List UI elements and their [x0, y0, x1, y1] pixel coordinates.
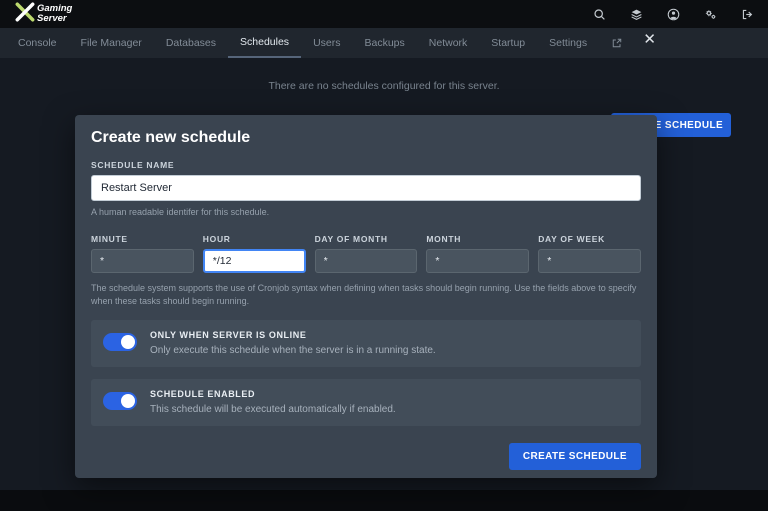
- cron-hour-label: HOUR: [203, 234, 306, 244]
- cron-day-of-month-label: DAY OF MONTH: [315, 234, 418, 244]
- modal-title: Create new schedule: [91, 129, 641, 147]
- nav-item-console[interactable]: Console: [6, 28, 69, 58]
- cron-month-input[interactable]: [426, 249, 529, 273]
- cron-fields-row: MINUTE HOUR DAY OF MONTH MONTH DAY OF WE…: [91, 221, 641, 273]
- schedule-name-input[interactable]: [91, 175, 641, 201]
- cron-minute-label: MINUTE: [91, 234, 194, 244]
- logo-line2: Server: [37, 14, 72, 24]
- logo-x-icon: [14, 1, 36, 28]
- cron-minute-input[interactable]: [91, 249, 194, 273]
- cron-help-text: The schedule system supports the use of …: [91, 282, 641, 308]
- nav-item-settings[interactable]: Settings: [537, 28, 599, 58]
- toggle-knob: [121, 335, 135, 349]
- cron-day-of-month-input[interactable]: [315, 249, 418, 273]
- only-online-label: ONLY WHEN SERVER IS ONLINE: [150, 330, 436, 340]
- topbar-actions: [593, 8, 754, 21]
- modal-close-icon[interactable]: ✕: [643, 32, 656, 47]
- schedule-enabled-description: This schedule will be executed automatic…: [150, 404, 396, 415]
- gears-icon[interactable]: [704, 8, 717, 21]
- search-icon[interactable]: [593, 8, 606, 21]
- logo-text: Gaming Server: [37, 4, 72, 24]
- cron-field-day-of-month: DAY OF MONTH: [315, 221, 418, 273]
- nav-item-databases[interactable]: Databases: [154, 28, 228, 58]
- app-logo[interactable]: Gaming Server: [14, 1, 72, 28]
- schedule-name-help: A human readable identifer for this sche…: [91, 206, 641, 219]
- toggle-box-schedule-enabled: SCHEDULE ENABLED This schedule will be e…: [91, 379, 641, 426]
- schedule-name-label: SCHEDULE NAME: [91, 160, 641, 170]
- schedule-enabled-toggle[interactable]: [103, 392, 137, 410]
- only-online-description: Only execute this schedule when the serv…: [150, 345, 436, 356]
- cron-month-label: MONTH: [426, 234, 529, 244]
- cron-field-month: MONTH: [426, 221, 529, 273]
- signout-icon[interactable]: [741, 8, 754, 21]
- bottom-strip: [0, 490, 768, 511]
- schedule-enabled-label: SCHEDULE ENABLED: [150, 389, 396, 399]
- cron-hour-input[interactable]: [203, 249, 306, 273]
- cron-day-of-week-input[interactable]: [538, 249, 641, 273]
- toggle-text-block: ONLY WHEN SERVER IS ONLINE Only execute …: [150, 330, 436, 356]
- nav-item-schedules[interactable]: Schedules: [228, 28, 301, 58]
- nav-item-backups[interactable]: Backups: [352, 28, 416, 58]
- toggle-knob: [121, 394, 135, 408]
- topbar: Gaming Server: [0, 0, 768, 28]
- cron-field-hour: HOUR: [203, 221, 306, 273]
- external-link-icon[interactable]: [599, 28, 635, 58]
- cron-day-of-week-label: DAY OF WEEK: [538, 234, 641, 244]
- create-schedule-button[interactable]: CREATE SCHEDULE: [509, 443, 641, 470]
- cron-field-day-of-week: DAY OF WEEK: [538, 221, 641, 273]
- only-online-toggle[interactable]: [103, 333, 137, 351]
- user-icon[interactable]: [667, 8, 680, 21]
- create-schedule-modal: Create new schedule SCHEDULE NAME A huma…: [75, 115, 657, 478]
- nav-item-startup[interactable]: Startup: [479, 28, 537, 58]
- nav-item-users[interactable]: Users: [301, 28, 352, 58]
- empty-schedules-message: There are no schedules configured for th…: [0, 80, 768, 92]
- nav-item-file-manager[interactable]: File Manager: [69, 28, 154, 58]
- modal-footer: CREATE SCHEDULE: [91, 443, 641, 470]
- toggle-text-block: SCHEDULE ENABLED This schedule will be e…: [150, 389, 396, 415]
- layers-icon[interactable]: [630, 8, 643, 21]
- nav-item-network[interactable]: Network: [417, 28, 480, 58]
- cron-field-minute: MINUTE: [91, 221, 194, 273]
- toggle-box-only-online: ONLY WHEN SERVER IS ONLINE Only execute …: [91, 320, 641, 367]
